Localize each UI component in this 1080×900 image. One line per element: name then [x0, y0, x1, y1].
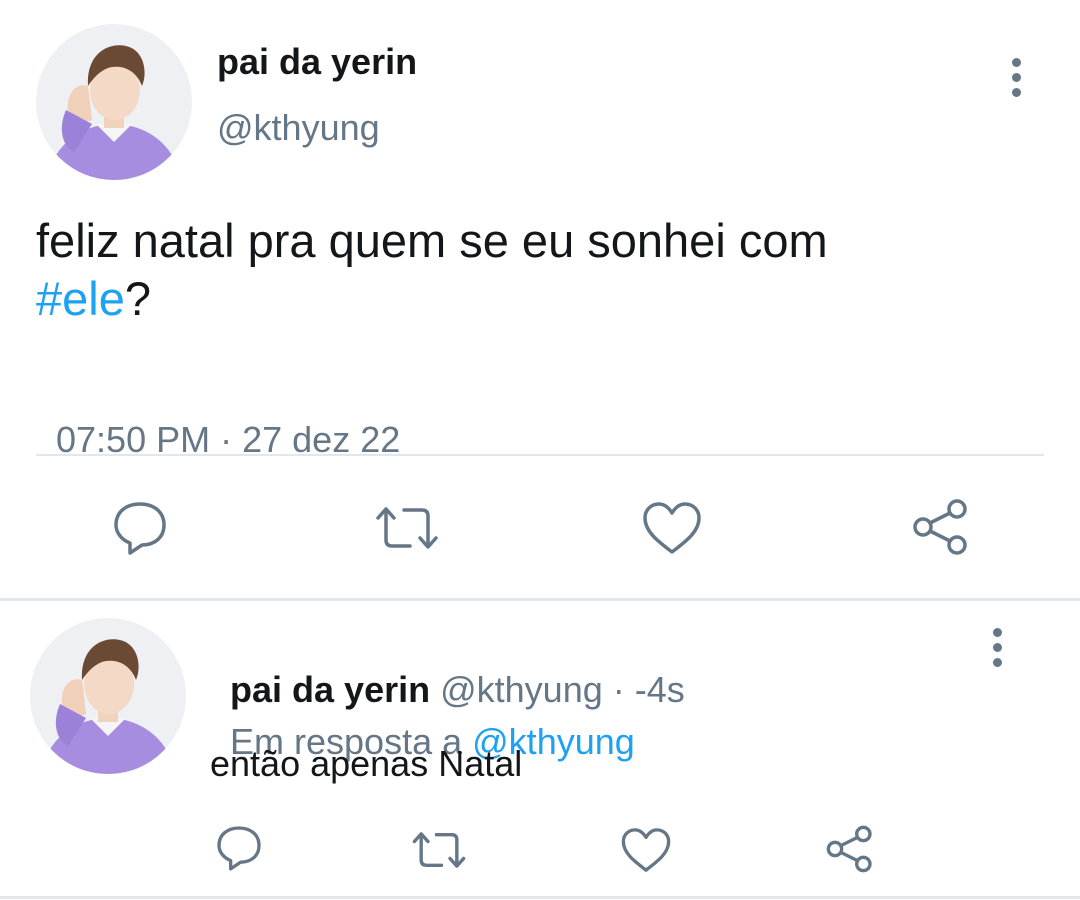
reply-text: então apenas Natal: [210, 743, 523, 784]
author-handle[interactable]: @kthyung: [217, 106, 380, 150]
avatar-image: [36, 24, 192, 180]
more-options-icon[interactable]: [1012, 58, 1022, 103]
share-icon[interactable]: [910, 497, 972, 557]
reply-more-options-icon[interactable]: [993, 628, 1003, 673]
author-name[interactable]: pai da yerin: [217, 40, 417, 84]
reply-time: -4s: [634, 669, 685, 710]
hashtag-link[interactable]: #ele: [36, 272, 125, 325]
tweet-text-suffix: ?: [124, 272, 151, 325]
retweet-icon[interactable]: [374, 500, 440, 556]
tweet-text-body: feliz natal pra quem se eu sonhei com: [36, 214, 828, 267]
like-icon[interactable]: [641, 500, 703, 556]
avatar[interactable]: [36, 24, 192, 180]
tweet-text: feliz natal pra quem se eu sonhei com #e…: [36, 212, 1036, 328]
bottom-divider: [0, 896, 1080, 899]
reply-avatar-image: [30, 618, 186, 774]
divider: [36, 454, 1044, 456]
section-divider: [0, 598, 1080, 601]
timestamp: 07:50 PM · 27 dez 22: [36, 374, 400, 462]
reply-share-icon[interactable]: [824, 824, 876, 874]
reply-reply-icon[interactable]: [214, 823, 264, 873]
reply-retweet-icon[interactable]: [411, 826, 467, 874]
reply-avatar[interactable]: [30, 618, 186, 774]
reply-like-icon[interactable]: [620, 826, 672, 874]
reply-icon[interactable]: [110, 498, 170, 558]
